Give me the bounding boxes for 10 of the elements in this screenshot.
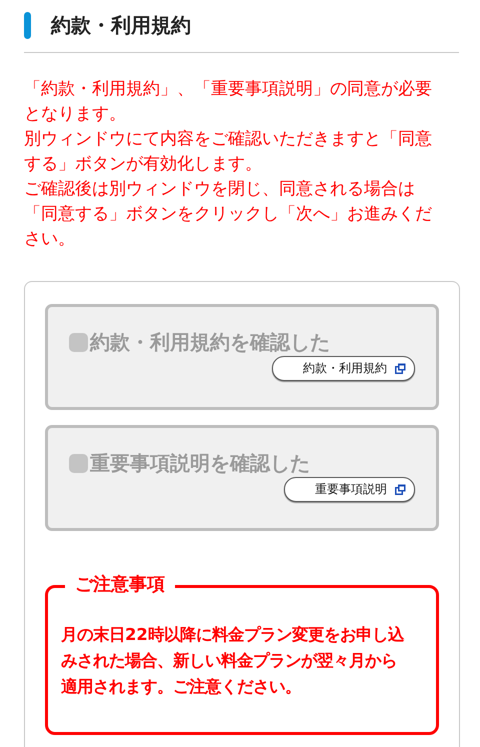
new-window-icon — [395, 484, 406, 495]
instruction-text: ご確認後は別ウィンドウを閉じ、同意される場合は「同意する」ボタンをクリックし「次へ」お進みください。 — [24, 178, 433, 251]
checkbox-label: 約款・利用規約を確認した — [90, 330, 330, 354]
heading-accent-bar — [24, 12, 31, 38]
new-window-icon — [395, 363, 406, 374]
instruction-text: 別ウィンドウにて内容をご確認いただきますと「同意する」ボタンが有効化します。 — [24, 128, 433, 176]
notice-text: 月の末日22時以降に料金プラン変更をお申し込みされた場合、新しい料金プランが翌々月から適用されます。ご注意ください。 — [61, 624, 406, 698]
checkbox-label: 重要事項説明を確認した — [90, 451, 310, 475]
section-title: 約款・利用規約 — [51, 12, 191, 39]
instruction-text: 「約款・利用規約」、「重要事項説明」の同意が必要となります。 — [24, 78, 433, 126]
